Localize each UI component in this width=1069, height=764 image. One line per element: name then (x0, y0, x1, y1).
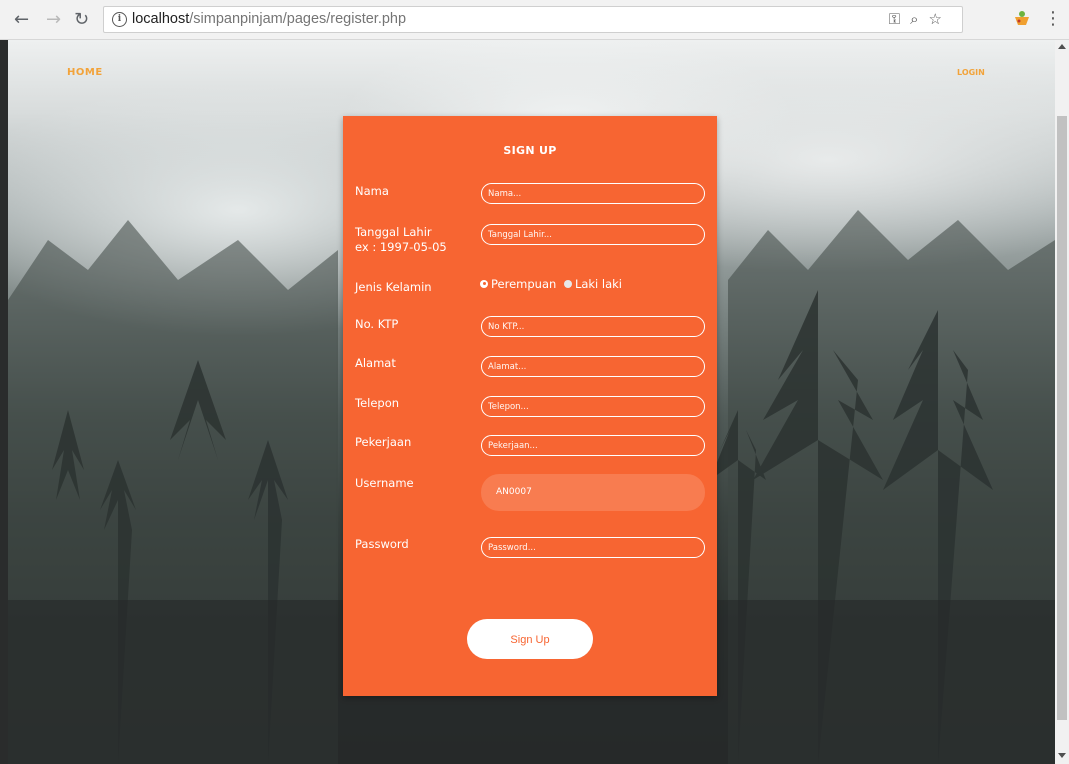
info-icon[interactable]: i (112, 12, 127, 27)
reload-icon[interactable]: ↻ (74, 9, 89, 31)
pekerjaan-input[interactable] (481, 435, 705, 456)
no-ktp-input[interactable] (481, 316, 705, 337)
radio-laki-laki-label[interactable]: Laki laki (575, 277, 622, 291)
browser-toolbar: ← → ↻ i localhost/simpanpinjam/pages/reg… (0, 0, 1069, 40)
key-icon[interactable]: ⚿ (889, 10, 910, 28)
password-label: Password (355, 537, 409, 551)
scroll-up-arrow-icon[interactable] (1058, 44, 1066, 49)
username-label: Username (355, 476, 414, 490)
radio-laki-laki[interactable] (563, 279, 572, 288)
url-path: /simpanpinjam/pages/register.php (189, 11, 407, 27)
telepon-label: Telepon (355, 396, 400, 410)
zoom-icon[interactable]: ⌕ (910, 10, 928, 28)
scroll-down-arrow-icon[interactable] (1058, 753, 1066, 758)
kebab-menu-icon[interactable]: ⋮ (1044, 8, 1062, 30)
jenis-kelamin-label: Jenis Kelamin (355, 280, 432, 294)
tanggal-lahir-hint: ex : 1997-05-05 (355, 240, 447, 254)
radio-perempuan-label[interactable]: Perempuan (491, 277, 556, 291)
alamat-label: Alamat (355, 356, 396, 370)
scrollbar[interactable] (1055, 40, 1069, 764)
sign-up-button[interactable]: Sign Up (467, 619, 593, 659)
password-input[interactable] (481, 537, 705, 558)
username-field[interactable]: AN0007 (481, 474, 705, 511)
gender-radio-group: Perempuan Laki laki (480, 277, 622, 291)
telepon-input[interactable] (481, 396, 705, 417)
forward-arrow-icon[interactable]: → (46, 9, 61, 31)
tanggal-lahir-input[interactable] (481, 224, 705, 245)
home-link[interactable]: HOME (67, 67, 103, 78)
nama-input[interactable] (481, 183, 705, 204)
back-arrow-icon[interactable]: ← (14, 9, 29, 31)
omnibox-icons: ⚿⌕☆ (889, 10, 952, 28)
login-link[interactable]: LOGIN (957, 68, 985, 77)
bookmark-star-icon[interactable]: ☆ (929, 10, 952, 28)
form-title: SIGN UP (503, 144, 557, 157)
alamat-input[interactable] (481, 356, 705, 377)
pekerjaan-label: Pekerjaan (355, 435, 412, 449)
tanggal-lahir-label: Tanggal Lahir (355, 225, 432, 239)
scrollbar-thumb[interactable] (1057, 116, 1067, 720)
signup-form-card: SIGN UP Nama Tanggal Lahir ex : 1997-05-… (343, 116, 717, 696)
no-ktp-label: No. KTP (355, 317, 399, 331)
extension-icon[interactable] (1012, 8, 1032, 28)
url-text: localhost/simpanpinjam/pages/register.ph… (132, 11, 406, 27)
radio-perempuan[interactable] (480, 279, 488, 288)
nama-label: Nama (355, 184, 389, 198)
url-host: localhost (132, 11, 190, 27)
address-bar[interactable]: i localhost/simpanpinjam/pages/register.… (103, 6, 963, 33)
